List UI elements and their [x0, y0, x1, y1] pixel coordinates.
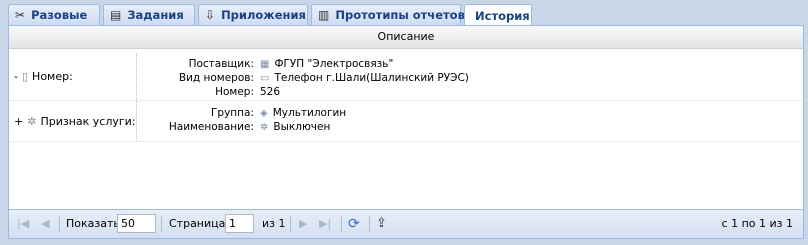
prev-page-icon[interactable]: ◀	[41, 210, 49, 238]
service-icon: ✲	[27, 114, 37, 128]
tab-label: Прототипы отчетов	[335, 8, 465, 22]
toolbar-separator	[161, 216, 162, 232]
toolbar-separator	[369, 216, 370, 232]
field-value: Телефон г.Шали(Шалинский РУЭС)	[274, 72, 469, 84]
row-group-label: + ✲ Признак услуги:	[9, 101, 137, 141]
grid-row[interactable]: + ✲ Признак услуги: Группа: Наименование…	[9, 101, 803, 142]
field-key: Группа:	[211, 107, 254, 119]
page-size-input[interactable]: 50	[117, 214, 156, 233]
next-page-icon[interactable]: ▶	[299, 210, 307, 238]
field-values: ▦ ФГУП "Электросвязь" ▭ Телефон г.Шали(Шал…	[260, 57, 469, 99]
download-box-icon: ⇩	[205, 8, 216, 22]
expand-toggle[interactable]: +	[14, 115, 23, 128]
toolbar-separator	[59, 216, 60, 232]
page-size-label: Показать	[66, 217, 120, 230]
paging-toolbar: |◀ ◀ Показать 50 Страница 1 из 1 ▶ ▶| ⟳ …	[9, 209, 803, 238]
first-page-icon[interactable]: |◀	[17, 210, 29, 238]
history-panel: Описание - ▯ Номер: Поставщик: Вид номер…	[8, 25, 804, 239]
field-keys: Группа: Наименование:	[139, 106, 254, 134]
tab-label: История	[475, 8, 530, 23]
export-icon[interactable]: ⇪	[376, 210, 387, 238]
document-icon: ▯	[21, 70, 29, 83]
task-list-icon: ▤	[110, 8, 122, 22]
field-key: Поставщик:	[188, 58, 254, 70]
field-key: Вид номеров:	[178, 72, 254, 84]
toolbar-separator	[290, 216, 291, 232]
field-value: ФГУП "Электросвязь"	[274, 58, 394, 70]
field-value: 526	[260, 86, 281, 98]
last-page-icon[interactable]: ▶|	[319, 210, 331, 238]
column-header-description[interactable]: Описание	[9, 26, 803, 49]
app-frame: ✂ Разовые ▤ Задания ⇩ Приложения ▥ Прото…	[0, 0, 808, 245]
row-group-label: - ▯ Номер:	[9, 53, 137, 100]
collapse-toggle[interactable]: -	[14, 70, 18, 83]
page-label: Страница	[169, 217, 226, 230]
refresh-icon[interactable]: ⟳	[348, 210, 360, 238]
page-number-input[interactable]: 1	[225, 214, 254, 233]
tab-label: Приложения	[221, 8, 306, 22]
row-label: Признак услуги:	[40, 114, 136, 128]
tab-razovye[interactable]: ✂ Разовые	[8, 4, 100, 25]
field-key: Наименование:	[168, 121, 254, 133]
grid-row[interactable]: - ▯ Номер: Поставщик: Вид номеров: Номер…	[9, 53, 803, 101]
group-icon: ◈	[260, 108, 268, 119]
toolbar-separator	[341, 216, 342, 232]
field-key: Номер:	[215, 86, 254, 98]
field-value: Мультилогин	[272, 107, 347, 119]
provider-icon: ▦	[260, 59, 270, 70]
wrench-icon: ✂	[15, 8, 26, 22]
tab-label: Задания	[127, 8, 184, 22]
tab-istoriya[interactable]: История	[464, 4, 532, 26]
tab-strip: ✂ Разовые ▤ Задания ⇩ Приложения ▥ Прото…	[0, 0, 808, 26]
tab-zadaniya[interactable]: ▤ Задания	[103, 4, 195, 25]
field-value: Выключен	[273, 121, 331, 133]
row-label: Номер:	[32, 70, 73, 83]
tab-prototipy[interactable]: ▥ Прототипы отчетов	[311, 4, 465, 25]
service-icon: ✲	[260, 122, 269, 133]
tab-prilozheniya[interactable]: ⇩ Приложения	[198, 4, 308, 25]
page-total-label: из 1	[262, 217, 286, 230]
field-values: ◈ Мультилогин ✲ Выключен	[260, 106, 346, 134]
tab-label: Разовые	[31, 8, 88, 22]
field-keys: Поставщик: Вид номеров: Номер:	[139, 57, 254, 99]
number-type-icon: ▭	[260, 73, 270, 84]
report-icon: ▥	[318, 8, 330, 22]
paging-summary: с 1 по 1 из 1	[721, 217, 793, 230]
